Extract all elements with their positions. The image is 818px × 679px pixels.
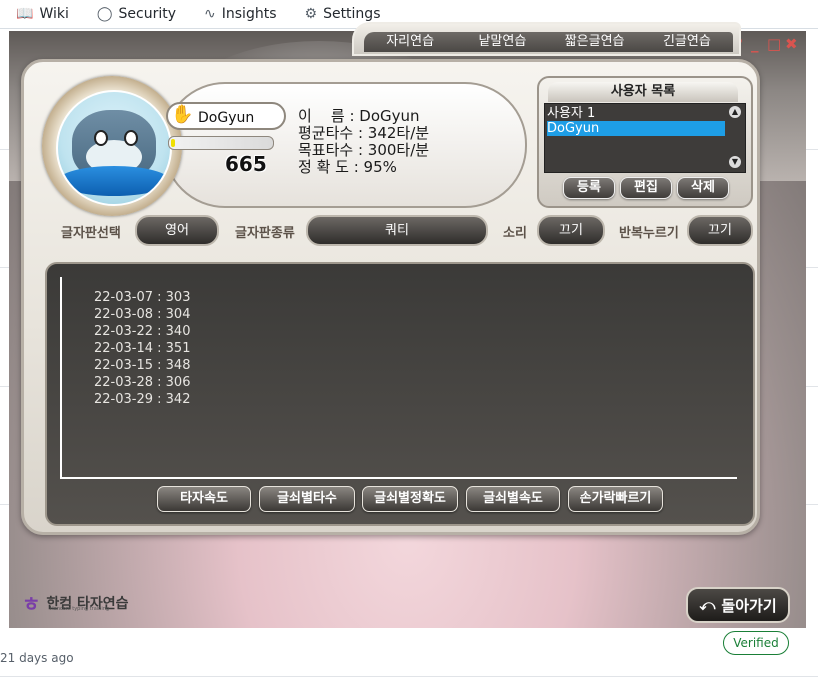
keyboard-select-button[interactable]: 영어	[135, 215, 219, 246]
list-item: 22-03-29 : 342	[94, 392, 191, 407]
row-divider	[0, 676, 818, 677]
info-target-speed: 목표타수 : 300타/분	[298, 141, 430, 159]
shield-icon: ◯	[96, 6, 113, 22]
tab-wiki[interactable]: 📖 Wiki	[16, 6, 69, 22]
graph-icon: ∿	[204, 6, 216, 22]
back-button-label: 돌아가기	[721, 596, 777, 615]
scroll-up-icon[interactable]: ▲	[729, 106, 741, 118]
finger-speed-button[interactable]: 손가락빠르기	[568, 486, 663, 512]
list-item[interactable]: 사용자 1	[547, 106, 725, 121]
verified-badge[interactable]: Verified	[723, 631, 789, 655]
maximize-icon[interactable]: □	[767, 35, 781, 53]
key-stroke-count-button[interactable]: 글쇠별타수	[259, 486, 355, 512]
user-list[interactable]: 사용자 1 DoGyun	[544, 103, 746, 173]
tab-settings-label: Settings	[323, 6, 381, 22]
tab-long-text-practice[interactable]: 긴글연습	[641, 32, 733, 52]
avatar	[56, 90, 172, 206]
graph-x-axis	[60, 477, 737, 479]
sound-label: 소리	[503, 226, 527, 241]
scroll-down-icon[interactable]: ▼	[729, 156, 741, 168]
level-bar	[168, 136, 274, 150]
keyboard-type-label: 글자판종류	[235, 226, 295, 241]
key-accuracy-button[interactable]: 글쇠별정확도	[362, 486, 458, 512]
info-average-speed: 평균타수 : 342타/분	[298, 124, 430, 142]
hancom-logo: ㅎ 한컴 타자연습 Hancom typing training	[22, 588, 129, 617]
keyboard-type-button[interactable]: 쿼티	[306, 215, 488, 246]
row-divider	[806, 386, 818, 387]
row-divider	[0, 386, 9, 387]
row-divider	[806, 149, 818, 150]
list-item: 22-03-28 : 306	[94, 375, 191, 390]
repeat-press-label: 반복누르기	[619, 226, 679, 241]
list-item: 22-03-14 : 351	[94, 341, 191, 356]
book-icon: 📖	[16, 6, 34, 22]
sound-toggle[interactable]: 끄기	[537, 215, 605, 246]
list-item: 22-03-07 : 303	[94, 290, 191, 305]
row-divider	[806, 504, 818, 505]
tab-settings[interactable]: ⚙ Settings	[305, 6, 381, 22]
commit-time: 21 days ago	[0, 651, 74, 665]
register-user-button[interactable]: 등록	[563, 177, 615, 199]
practice-tabbar: 자리연습 낱말연습 짧은글연습 긴글연습	[352, 22, 741, 56]
avatar-ring	[58, 166, 170, 196]
user-list-scrollbar[interactable]: ▲ ▼	[727, 104, 743, 170]
key-speed-button[interactable]: 글쇠별속도	[466, 486, 560, 512]
list-item: 22-03-08 : 304	[94, 307, 191, 322]
back-button[interactable]: ⤺ 돌아가기	[686, 587, 790, 623]
row-divider	[0, 267, 9, 268]
back-arrow-icon: ⤺	[699, 596, 716, 614]
tab-short-text-practice[interactable]: 짧은글연습	[549, 32, 641, 52]
hancom-logo-icon: ㅎ	[22, 592, 41, 616]
row-divider	[806, 267, 818, 268]
tab-security[interactable]: ◯ Security	[97, 6, 176, 22]
level-score: 665	[225, 152, 267, 176]
row-divider	[0, 149, 9, 150]
tab-insights[interactable]: ∿ Insights	[204, 6, 276, 22]
edit-user-button[interactable]: 편집	[620, 177, 672, 199]
avatar-eye	[124, 130, 138, 146]
tab-position-practice[interactable]: 자리연습	[364, 32, 456, 52]
minimize-icon[interactable]: _	[751, 35, 759, 53]
speed-records: 22-03-07 : 303 22-03-08 : 304 22-03-22 :…	[94, 289, 190, 408]
user-list-title: 사용자 목록	[548, 82, 738, 102]
info-accuracy: 정 확 도 : 95%	[298, 158, 397, 176]
info-name: 이 름 : DoGyun	[298, 107, 420, 125]
tab-word-practice[interactable]: 낱말연습	[456, 32, 548, 52]
delete-user-button[interactable]: 삭제	[677, 177, 729, 199]
list-item-selected[interactable]: DoGyun	[547, 121, 725, 136]
tab-insights-label: Insights	[221, 6, 277, 22]
level-bar-fill	[171, 139, 175, 147]
row-divider	[0, 504, 9, 505]
tab-security-label: Security	[118, 6, 177, 22]
graph-y-axis	[60, 277, 62, 478]
gear-icon: ⚙	[304, 6, 318, 22]
list-item: 22-03-22 : 340	[94, 324, 191, 339]
avatar-eye	[94, 130, 108, 146]
profile-info: 이 름 : DoGyun 평균타수 : 342타/분 목표타수 : 300타/분…	[298, 108, 429, 176]
repeat-press-toggle[interactable]: 끄기	[687, 215, 753, 246]
close-icon[interactable]: ✖	[785, 35, 798, 53]
list-item: 22-03-15 : 348	[94, 358, 191, 373]
hand-icon: ✋	[171, 104, 194, 125]
tab-wiki-label: Wiki	[39, 6, 69, 22]
typing-speed-button[interactable]: 타자속도	[157, 486, 251, 512]
hancom-logo-subtext: Hancom typing training	[50, 606, 110, 612]
keyboard-select-label: 글자판선택	[61, 226, 121, 241]
